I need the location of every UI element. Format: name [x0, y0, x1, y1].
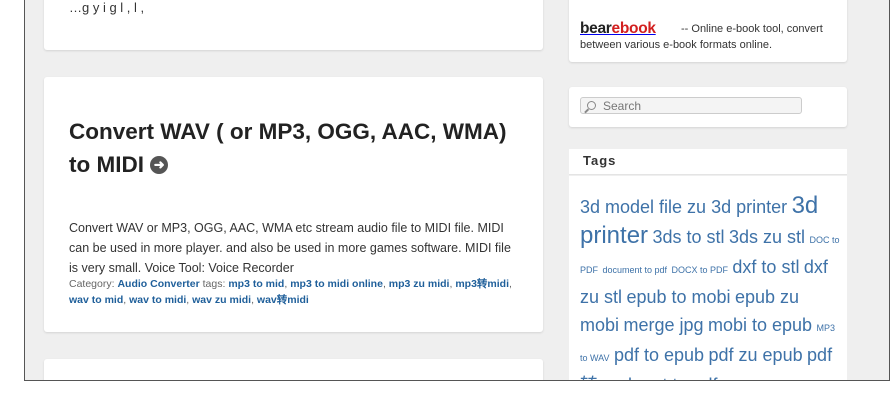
next-post-card: [44, 359, 543, 380]
tag-cloud-link[interactable]: document to pdf: [602, 265, 667, 275]
post-tag-link[interactable]: mp3 to mid: [228, 278, 284, 290]
tag-cloud: 3d model file zu 3d printer 3d printer 3…: [580, 192, 842, 380]
post-tag-link[interactable]: wav to mid: [69, 294, 123, 306]
previous-post-text: …g y i g l , l ,: [69, 0, 145, 15]
post-title: Convert WAV ( or MP3, OGG, AAC, WMA) to …: [69, 115, 519, 181]
tag-cloud-link[interactable]: 3ds to stl: [652, 227, 724, 247]
post-tag-link[interactable]: wav zu midi: [192, 294, 251, 306]
previous-post-card: …g y i g l , l ,: [44, 0, 543, 50]
tags-widget: 3d model file zu 3d printer 3d printer 3…: [569, 176, 847, 380]
tags-widget-title: Tags: [583, 153, 617, 168]
tag-cloud-link[interactable]: epub to mobi: [626, 287, 730, 307]
logo-part-ebook: ebook: [611, 20, 656, 37]
post-tag-link[interactable]: mp3转midi: [455, 278, 509, 290]
tag-cloud-link[interactable]: merge jpg: [623, 315, 703, 335]
post-tag-link[interactable]: wav to midi: [129, 294, 186, 306]
tag-cloud-link[interactable]: 3ds zu stl: [729, 227, 805, 247]
post-excerpt: Convert WAV or MP3, OGG, AAC, WMA etc st…: [69, 221, 511, 275]
arrow-right-circle-icon[interactable]: ➜: [150, 156, 169, 175]
tag-cloud-link[interactable]: DOCX to PDF: [671, 265, 728, 275]
post-tag-link[interactable]: mp3 zu midi: [389, 278, 450, 290]
post-card: Convert WAV ( or MP3, OGG, AAC, WMA) to …: [44, 77, 543, 332]
bearebook-logo[interactable]: bearebook: [580, 20, 656, 38]
search-widget: [569, 87, 847, 127]
category-link[interactable]: Audio Converter: [117, 278, 199, 290]
search-icon: [587, 101, 596, 110]
post-tag-link[interactable]: wav转midi: [257, 294, 309, 306]
logo-part-bear: bear: [580, 20, 612, 37]
bearebook-description: -- Online e-book tool, convert: [681, 23, 823, 35]
tag-cloud-link[interactable]: pdf to epub: [614, 345, 704, 365]
post-tag-link[interactable]: mp3 to midi online: [290, 278, 383, 290]
tag-cloud-link[interactable]: mobi to epub: [708, 315, 812, 335]
tags-label: tags:: [202, 278, 226, 290]
search-input[interactable]: [603, 98, 799, 113]
post-meta: Category: Audio Converter tags: mp3 to m…: [69, 278, 512, 306]
page-frame: …g y i g l , l , Convert WAV ( or MP3, O…: [24, 0, 890, 381]
category-label: Category:: [69, 278, 115, 290]
tag-cloud-link[interactable]: dxf to stl: [732, 257, 799, 277]
bearebook-widget: bearebook -- Online e-book tool, convert…: [569, 0, 847, 62]
tag-cloud-link[interactable]: 3d model file zu 3d printer: [580, 197, 787, 217]
search-box[interactable]: [580, 97, 802, 114]
tags-widget-header: Tags: [569, 149, 847, 175]
tag-cloud-link[interactable]: pdf zu epub: [709, 345, 803, 365]
tag-cloud-link[interactable]: ppt to pdf: [643, 375, 718, 380]
bearebook-description-line2: between various e-book formats online.: [580, 39, 772, 51]
post-title-link[interactable]: Convert WAV ( or MP3, OGG, AAC, WMA) to …: [69, 119, 507, 177]
